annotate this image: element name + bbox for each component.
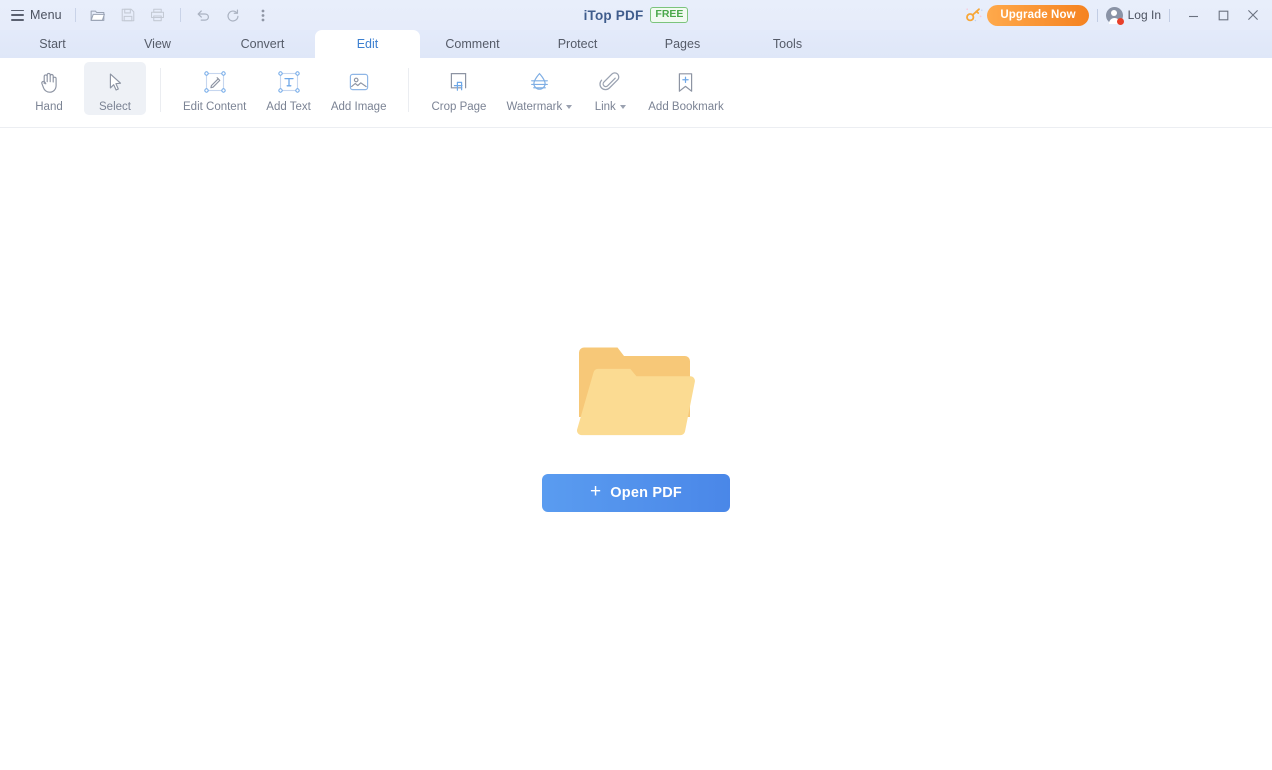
hand-tool-label: Hand [35,101,63,113]
maximize-icon[interactable] [1208,1,1238,29]
cursor-arrow-icon [106,66,125,98]
add-text-icon [276,66,302,98]
tab-comment[interactable]: Comment [420,30,525,58]
minimize-icon[interactable] [1178,1,1208,29]
toolbar-divider-1 [74,8,76,22]
upgrade-now-button[interactable]: Upgrade Now [987,4,1089,26]
ribbon-group-page-tools: Crop Page Watermark Link Add Bookmark [421,62,733,115]
watermark-label-text: Watermark [506,101,563,113]
edit-content-icon [202,66,228,98]
user-avatar-icon [1105,6,1124,25]
open-file-icon[interactable] [83,2,113,28]
titlebar-divider-3 [1096,8,1098,22]
notification-dot [1116,17,1124,25]
menu-button-label: Menu [30,8,62,22]
ribbon-divider-1 [160,68,161,112]
add-text-label: Add Text [266,101,311,113]
chevron-down-icon[interactable] [566,105,573,109]
add-text-button[interactable]: Add Text [258,62,319,115]
select-tool-label: Select [99,101,131,113]
ribbon-toolbar: Hand Select Edit Content Add Text Add Im… [0,58,1272,128]
document-area: + Open PDF [0,128,1272,769]
edit-content-button[interactable]: Edit Content [175,62,254,115]
login-label: Log In [1127,8,1161,22]
hamburger-icon [11,9,24,21]
watermark-button[interactable]: Watermark [498,62,580,115]
ribbon-tab-bar: Start View Convert Edit Comment Protect … [0,30,1272,58]
edition-badge: FREE [650,7,689,23]
key-sparkle-icon [961,2,987,28]
more-options-icon[interactable] [248,2,278,28]
add-image-icon [347,66,371,98]
login-button[interactable]: Log In [1105,6,1161,25]
open-pdf-label: Open PDF [610,484,682,501]
app-title: iTop PDF [583,7,644,23]
window-controls [1178,1,1268,29]
crop-page-label: Crop Page [431,101,487,113]
chevron-down-icon[interactable] [619,105,626,109]
hand-icon [39,66,60,98]
plus-icon: + [590,481,602,502]
crop-page-icon [446,66,471,98]
add-bookmark-button[interactable]: Add Bookmark [640,62,731,115]
tab-pages[interactable]: Pages [630,30,735,58]
add-image-button[interactable]: Add Image [323,62,395,115]
toolbar-divider-2 [179,8,181,22]
add-bookmark-label: Add Bookmark [648,101,724,113]
link-label-text: Link [594,101,616,113]
titlebar-right-actions: Upgrade Now Log In [961,0,1272,30]
watermark-icon [527,66,552,98]
quick-access-toolbar: Menu [0,0,278,30]
link-button[interactable]: Link [584,62,636,115]
open-folder-illustration [576,342,695,442]
link-label: Link [595,101,626,113]
ribbon-group-editing: Edit Content Add Text Add Image [173,62,396,115]
watermark-label: Watermark [506,101,573,113]
title-bar: Menu iTop PDF FREE Upgrade Now Log In [0,0,1272,30]
crop-page-button[interactable]: Crop Page [423,62,494,115]
tab-start[interactable]: Start [0,30,105,58]
select-tool-button[interactable]: Select [84,62,146,115]
ribbon-divider-2 [408,68,410,112]
titlebar-divider-4 [1169,8,1170,22]
add-image-label: Add Image [330,101,387,113]
redo-icon[interactable] [218,2,248,28]
ribbon-group-navigation: Hand Select [16,62,148,115]
edit-content-label: Edit Content [183,101,247,113]
tab-convert[interactable]: Convert [210,30,315,58]
print-icon[interactable] [143,2,173,28]
tab-view[interactable]: View [105,30,210,58]
tab-protect[interactable]: Protect [525,30,630,58]
add-bookmark-icon [674,66,697,98]
menu-button[interactable]: Menu [9,6,68,24]
link-paperclip-icon [598,66,622,98]
tab-tools[interactable]: Tools [735,30,840,58]
save-icon[interactable] [113,2,143,28]
close-icon[interactable] [1238,1,1268,29]
open-pdf-button[interactable]: + Open PDF [542,473,730,512]
empty-state: + Open PDF [542,342,730,512]
tab-edit[interactable]: Edit [315,30,420,58]
undo-icon[interactable] [188,2,218,28]
hand-tool-button[interactable]: Hand [18,62,80,115]
